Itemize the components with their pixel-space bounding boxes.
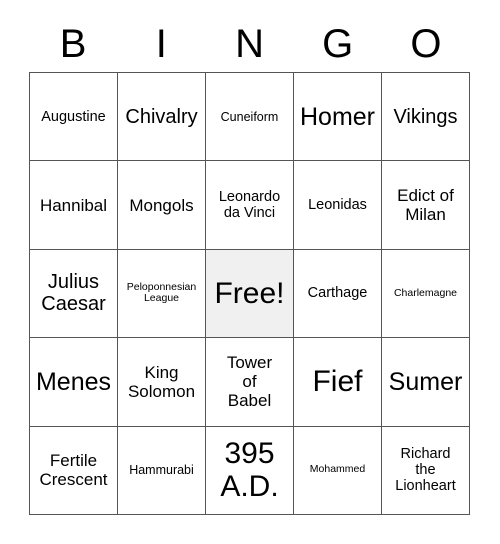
bingo-cell[interactable]: Homer bbox=[294, 73, 382, 162]
bingo-header-letter-i: I bbox=[155, 22, 167, 66]
bingo-cell-label: Cuneiform bbox=[220, 109, 279, 124]
bingo-cell-label: Hammurabi bbox=[129, 463, 194, 478]
bingo-header-letter-o: O bbox=[410, 22, 442, 66]
bingo-free-label: Free! bbox=[214, 276, 285, 310]
bingo-cell-label: Homer bbox=[299, 102, 375, 131]
bingo-cell[interactable]: King Solomon bbox=[118, 338, 206, 427]
bingo-card: B I N G O Augustine Chivalry Cuneiform H… bbox=[0, 0, 500, 544]
bingo-cell-label: Julius Caesar bbox=[41, 271, 106, 316]
bingo-cell[interactable]: Mongols bbox=[118, 161, 206, 250]
bingo-cell-label: Leonidas bbox=[308, 196, 367, 213]
bingo-cell[interactable]: Fief bbox=[294, 338, 382, 427]
bingo-cell[interactable]: Peloponnesian League bbox=[118, 249, 206, 339]
bingo-cell[interactable]: Hannibal bbox=[30, 161, 118, 250]
bingo-cell-label: Augustine bbox=[41, 108, 106, 125]
bingo-free-cell[interactable]: Free! bbox=[206, 249, 294, 339]
bingo-cell[interactable]: Leonardo da Vinci bbox=[206, 161, 294, 250]
bingo-cell-label: Mohammed bbox=[309, 463, 366, 476]
bingo-cell-label: Edict of Milan bbox=[397, 186, 454, 225]
bingo-cell[interactable]: Tower of Babel bbox=[206, 338, 294, 427]
bingo-cell-label: Mongols bbox=[129, 195, 194, 215]
bingo-cell[interactable]: Charlemagne bbox=[382, 249, 470, 339]
bingo-header-letter-g: G bbox=[322, 22, 354, 66]
bingo-cell[interactable]: Julius Caesar bbox=[30, 249, 118, 339]
bingo-cell-label: Fertile Crescent bbox=[39, 451, 108, 490]
bingo-grid: Augustine Chivalry Cuneiform Homer Vikin… bbox=[29, 72, 470, 515]
bingo-cell[interactable]: Cuneiform bbox=[206, 73, 294, 162]
bingo-cell-label: Charlemagne bbox=[393, 286, 458, 299]
bingo-cell[interactable]: Hammurabi bbox=[118, 426, 206, 515]
bingo-cell[interactable]: Fertile Crescent bbox=[30, 426, 118, 515]
bingo-cell-label: Tower of Babel bbox=[226, 353, 273, 411]
bingo-cell[interactable]: Vikings bbox=[382, 73, 470, 162]
bingo-cell-label: Sumer bbox=[388, 367, 463, 396]
bingo-cell[interactable]: 395 A.D. bbox=[206, 426, 294, 515]
bingo-cell-label: Hannibal bbox=[39, 195, 108, 215]
bingo-cell[interactable]: Sumer bbox=[382, 338, 470, 427]
bingo-cell[interactable]: Chivalry bbox=[118, 73, 206, 162]
bingo-cell[interactable]: Richard the Lionheart bbox=[382, 426, 470, 515]
bingo-cell-label: 395 A.D. bbox=[220, 436, 279, 504]
bingo-header-letter-n: N bbox=[235, 22, 264, 66]
bingo-cell-label: Menes bbox=[35, 367, 112, 396]
bingo-cell-label: Carthage bbox=[307, 285, 368, 302]
bingo-cell[interactable]: Augustine bbox=[30, 73, 118, 162]
bingo-cell-label: Chivalry bbox=[125, 105, 198, 128]
bingo-cell[interactable]: Carthage bbox=[294, 249, 382, 339]
bingo-cell[interactable]: Leonidas bbox=[294, 161, 382, 250]
bingo-header-row: B I N G O bbox=[29, 16, 470, 72]
bingo-cell[interactable]: Mohammed bbox=[294, 426, 382, 515]
bingo-header-letter-b: B bbox=[59, 22, 87, 66]
bingo-cell-label: Vikings bbox=[393, 105, 458, 128]
bingo-cell-label: Leonardo da Vinci bbox=[218, 188, 281, 222]
bingo-cell-label: Peloponnesian League bbox=[126, 280, 197, 305]
bingo-cell-label: King Solomon bbox=[127, 362, 196, 401]
bingo-cell[interactable]: Menes bbox=[30, 338, 118, 427]
bingo-cell-label: Fief bbox=[312, 365, 363, 399]
bingo-cell-label: Richard the Lionheart bbox=[395, 445, 456, 495]
bingo-cell[interactable]: Edict of Milan bbox=[382, 161, 470, 250]
